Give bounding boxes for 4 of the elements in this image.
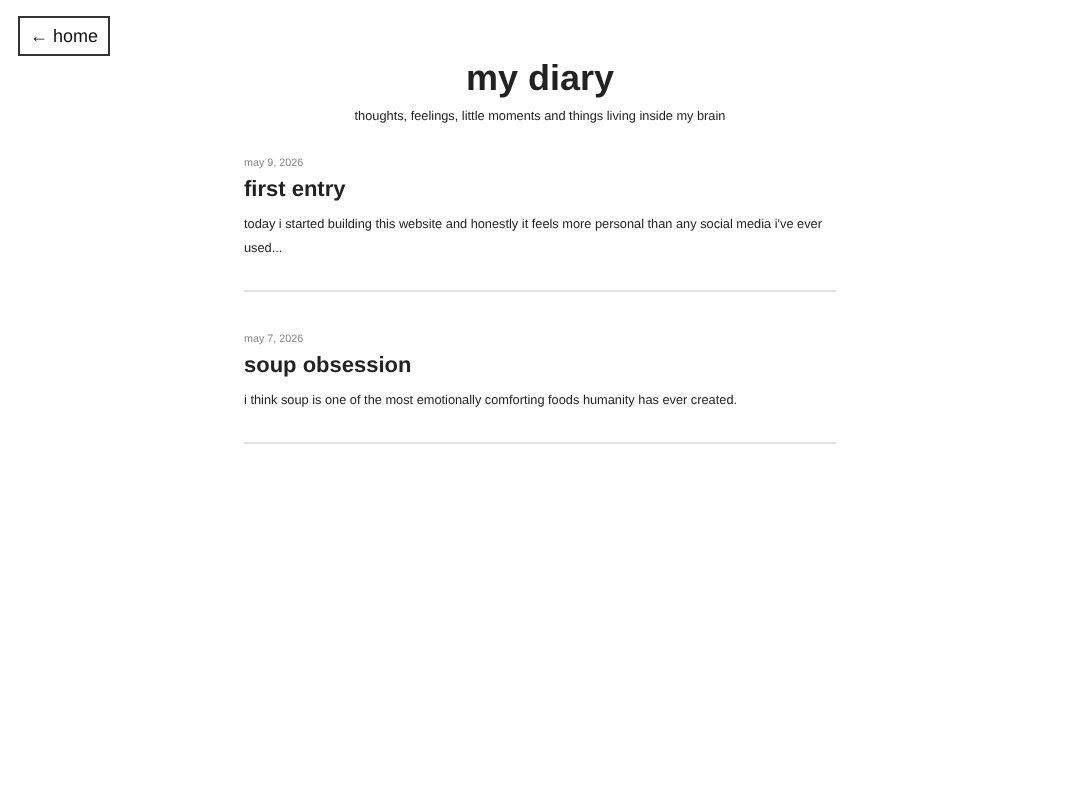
home-button[interactable]: ← home [18,16,110,56]
entry-title[interactable]: soup obsession [244,352,836,380]
entry-title[interactable]: first entry [244,176,836,204]
page-title: my diary [463,58,617,98]
